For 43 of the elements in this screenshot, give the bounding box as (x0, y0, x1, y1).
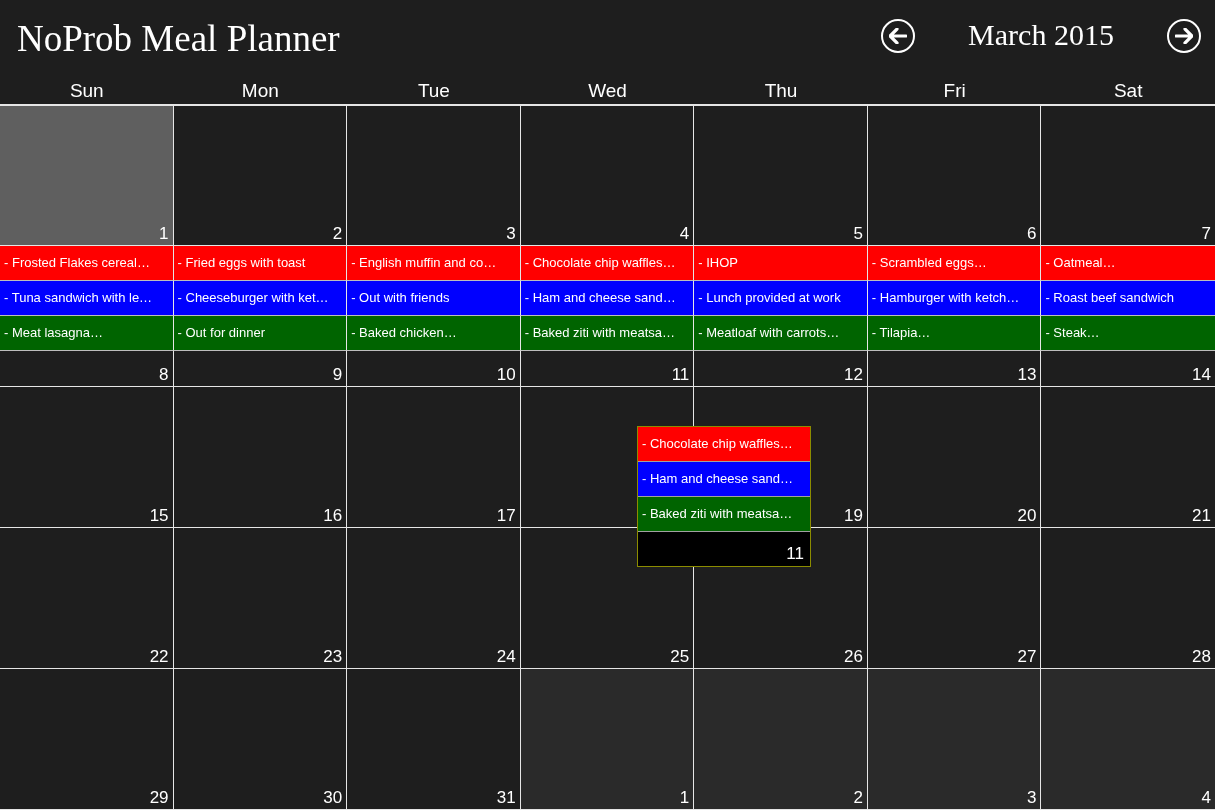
day-number: 11 (671, 366, 690, 383)
day-number: 25 (670, 648, 690, 665)
day-number: 21 (1192, 507, 1211, 524)
weekday-label: Sun (69, 80, 104, 102)
day-number: 3 (506, 225, 516, 242)
day-number: 23 (323, 648, 343, 665)
day-number: 29 (149, 789, 169, 806)
day-number: 27 (1017, 648, 1037, 665)
weekday-label: Sat (1113, 80, 1143, 102)
day-number: 7 (1201, 225, 1211, 242)
day-number: 4 (679, 225, 690, 242)
month-label: March 2015 (968, 20, 1114, 50)
day-number: 16 (323, 507, 343, 524)
day-number: 22 (149, 648, 169, 665)
day-number: 17 (496, 507, 516, 524)
day-number: 3 (1026, 789, 1037, 806)
day-number: 31 (496, 789, 516, 806)
day-number: 30 (323, 789, 343, 806)
weekday-label: Tue (417, 80, 450, 102)
weekday-label: Mon (241, 80, 279, 102)
app-title: NoProb Meal Planner (16, 17, 340, 57)
weekday-label: Wed (588, 80, 627, 102)
day-number: 8 (159, 366, 169, 383)
day-number: 24 (496, 648, 516, 665)
day-number: 5 (853, 225, 863, 242)
day-number: 12 (843, 366, 863, 383)
day-number: 2 (332, 225, 343, 242)
day-number: 19 (843, 507, 863, 524)
day-number: 13 (1017, 366, 1037, 383)
day-number: 20 (1017, 507, 1037, 524)
day-number: 6 (1026, 225, 1037, 242)
day-number: 28 (1192, 648, 1211, 665)
day-number: 26 (843, 648, 863, 665)
day-number: 10 (496, 366, 516, 383)
day-number: 15 (149, 507, 169, 524)
day-number: 9 (332, 366, 343, 383)
day-number: 1 (159, 225, 169, 242)
day-number: 2 (853, 789, 863, 806)
weekday-label: Thu (764, 80, 798, 102)
day-number: 4 (1201, 789, 1211, 806)
day-number: 1 (679, 789, 690, 806)
day-number: 14 (1192, 366, 1211, 383)
weekday-label: Fri (943, 80, 966, 102)
